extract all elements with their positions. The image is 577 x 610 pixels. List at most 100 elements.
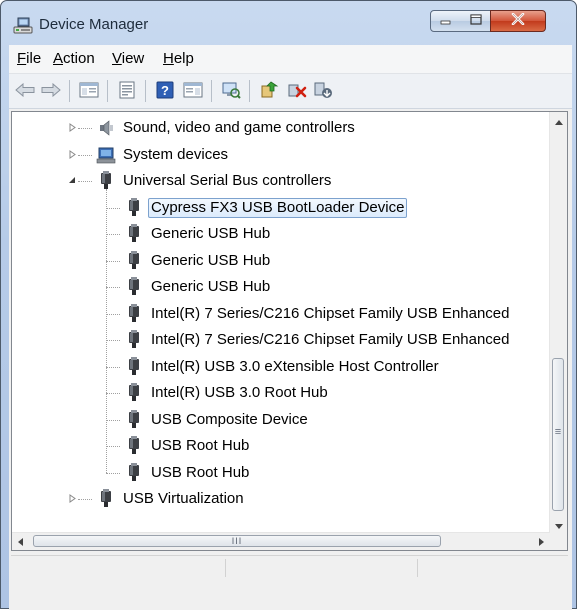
maximize-button[interactable]	[461, 10, 491, 32]
vertical-scrollbar[interactable]: ≡	[549, 112, 567, 533]
tree-item[interactable]: Intel(R) USB 3.0 eXtensible Host Control…	[124, 355, 442, 379]
usb-plug-icon	[124, 277, 144, 297]
speaker-icon	[96, 118, 116, 138]
toolbar-separator	[211, 80, 212, 102]
tree-item-label: USB Root Hub	[151, 437, 250, 454]
properties-icon[interactable]	[115, 78, 139, 102]
tree-item[interactable]: Intel(R) 7 Series/C216 Chipset Family US…	[124, 328, 513, 352]
chevron-right-icon	[539, 533, 544, 551]
disable-device-icon[interactable]	[311, 78, 335, 102]
horizontal-scrollbar[interactable]: III	[12, 532, 550, 550]
toolbar-separator	[107, 80, 108, 102]
status-separator	[225, 559, 226, 577]
usb-plug-icon	[124, 197, 144, 218]
toolbar-separator	[69, 80, 70, 102]
tree-item[interactable]: USB Root Hub	[124, 434, 252, 458]
tree-item-label: Universal Serial Bus controllers	[123, 172, 332, 189]
back-icon[interactable]	[13, 78, 37, 102]
tree-item[interactable]: Generic USB Hub	[124, 275, 273, 299]
help-icon[interactable]: ?	[153, 78, 177, 102]
close-button[interactable]	[490, 10, 546, 32]
tree-connector	[106, 446, 120, 448]
uninstall-icon[interactable]	[285, 78, 309, 102]
tree-item-selected[interactable]: Cypress FX3 USB BootLoader Device	[124, 196, 408, 220]
tree-category[interactable]: Universal Serial Bus controllers	[96, 169, 334, 193]
tree-connector	[106, 340, 120, 342]
tree-connector	[106, 313, 120, 316]
minimize-button[interactable]	[430, 10, 462, 32]
maximize-icon	[469, 12, 482, 30]
tree-connector	[78, 499, 92, 501]
status-bar	[11, 555, 568, 580]
collapse-triangle-icon[interactable]	[68, 176, 77, 185]
device-tree[interactable]: Sound, video and game controllers System …	[11, 111, 568, 551]
scroll-right-button[interactable]	[533, 533, 550, 550]
menu-action[interactable]: Action	[53, 50, 95, 67]
menu-file[interactable]: File	[17, 50, 41, 67]
tree-category[interactable]: USB Virtualization	[96, 487, 247, 511]
title-bar[interactable]: Device Manager	[1, 1, 576, 45]
tree-category[interactable]: System devices	[96, 143, 231, 167]
tree-item-label: USB Root Hub	[151, 463, 250, 481]
scroll-up-button[interactable]	[550, 112, 567, 129]
status-separator	[417, 559, 418, 577]
vertical-scroll-thumb[interactable]: ≡	[552, 358, 564, 511]
tree-item-label: Sound, video and game controllers	[123, 119, 355, 136]
action-pane-icon[interactable]	[181, 78, 205, 102]
chevron-left-icon	[18, 533, 23, 551]
toolbar: ?	[9, 74, 572, 109]
usb-plug-icon	[124, 303, 144, 324]
computer-icon	[96, 145, 116, 165]
scan-hardware-icon[interactable]	[219, 78, 243, 102]
tree-category[interactable]: Sound, video and game controllers	[96, 116, 358, 140]
tree-item-label: Intel(R) 7 Series/C216 Chipset Family US…	[151, 304, 510, 322]
menu-bar: File Action View Help	[9, 45, 572, 74]
expand-triangle-icon[interactable]	[68, 494, 77, 503]
tree-connector	[78, 181, 92, 183]
usb-plug-icon	[96, 489, 116, 509]
usb-plug-icon	[124, 356, 144, 377]
tree-item-label: Intel(R) USB 3.0 Root Hub	[151, 384, 328, 401]
usb-plug-icon	[124, 409, 144, 430]
show-hide-console-tree-icon[interactable]	[77, 78, 101, 102]
tree-item-label: Intel(R) 7 Series/C216 Chipset Family US…	[151, 331, 510, 348]
tree-item[interactable]: Intel(R) USB 3.0 Root Hub	[124, 381, 331, 405]
client-area: File Action View Help ? Sound, video and…	[9, 45, 572, 610]
tree-connector	[106, 366, 120, 369]
menu-view[interactable]: View	[112, 50, 144, 67]
vertical-grip: ≡	[554, 426, 562, 438]
forward-icon[interactable]	[39, 78, 63, 102]
usb-plug-icon	[124, 436, 144, 456]
tree-connector	[78, 128, 92, 130]
close-icon	[511, 12, 525, 30]
usb-plug-icon	[124, 383, 144, 403]
chevron-down-icon	[554, 516, 563, 534]
toolbar-separator	[145, 80, 146, 102]
horizontal-scroll-thumb[interactable]: III	[33, 535, 441, 547]
expand-triangle-icon[interactable]	[68, 123, 77, 132]
tree-item[interactable]: Generic USB Hub	[124, 249, 273, 273]
tree-item[interactable]: USB Root Hub	[124, 461, 252, 485]
tree-item-label: Intel(R) USB 3.0 eXtensible Host Control…	[151, 357, 439, 375]
device-manager-icon	[13, 17, 33, 35]
usb-plug-icon	[124, 224, 144, 244]
scrollbar-corner	[550, 533, 567, 550]
expand-triangle-icon[interactable]	[68, 149, 77, 159]
chevron-up-icon	[554, 112, 563, 130]
scroll-down-button[interactable]	[550, 516, 567, 533]
tree-connector	[78, 154, 92, 157]
usb-plug-icon	[124, 462, 144, 483]
tree-item[interactable]: USB Composite Device	[124, 408, 311, 432]
update-driver-icon[interactable]	[257, 78, 281, 102]
tree-item[interactable]: Generic USB Hub	[124, 222, 273, 246]
tree-item[interactable]: Intel(R) 7 Series/C216 Chipset Family US…	[124, 302, 513, 326]
menu-help[interactable]: Help	[163, 50, 194, 67]
window-frame: Device Manager File Action View Help ? S…	[0, 0, 577, 610]
usb-plug-icon	[96, 171, 116, 191]
toolbar-separator	[249, 80, 250, 102]
tree-connector	[106, 472, 120, 475]
tree-connector	[106, 234, 120, 236]
scroll-left-button[interactable]	[12, 533, 29, 550]
usb-plug-icon	[124, 330, 144, 350]
tree-connector	[106, 260, 120, 263]
